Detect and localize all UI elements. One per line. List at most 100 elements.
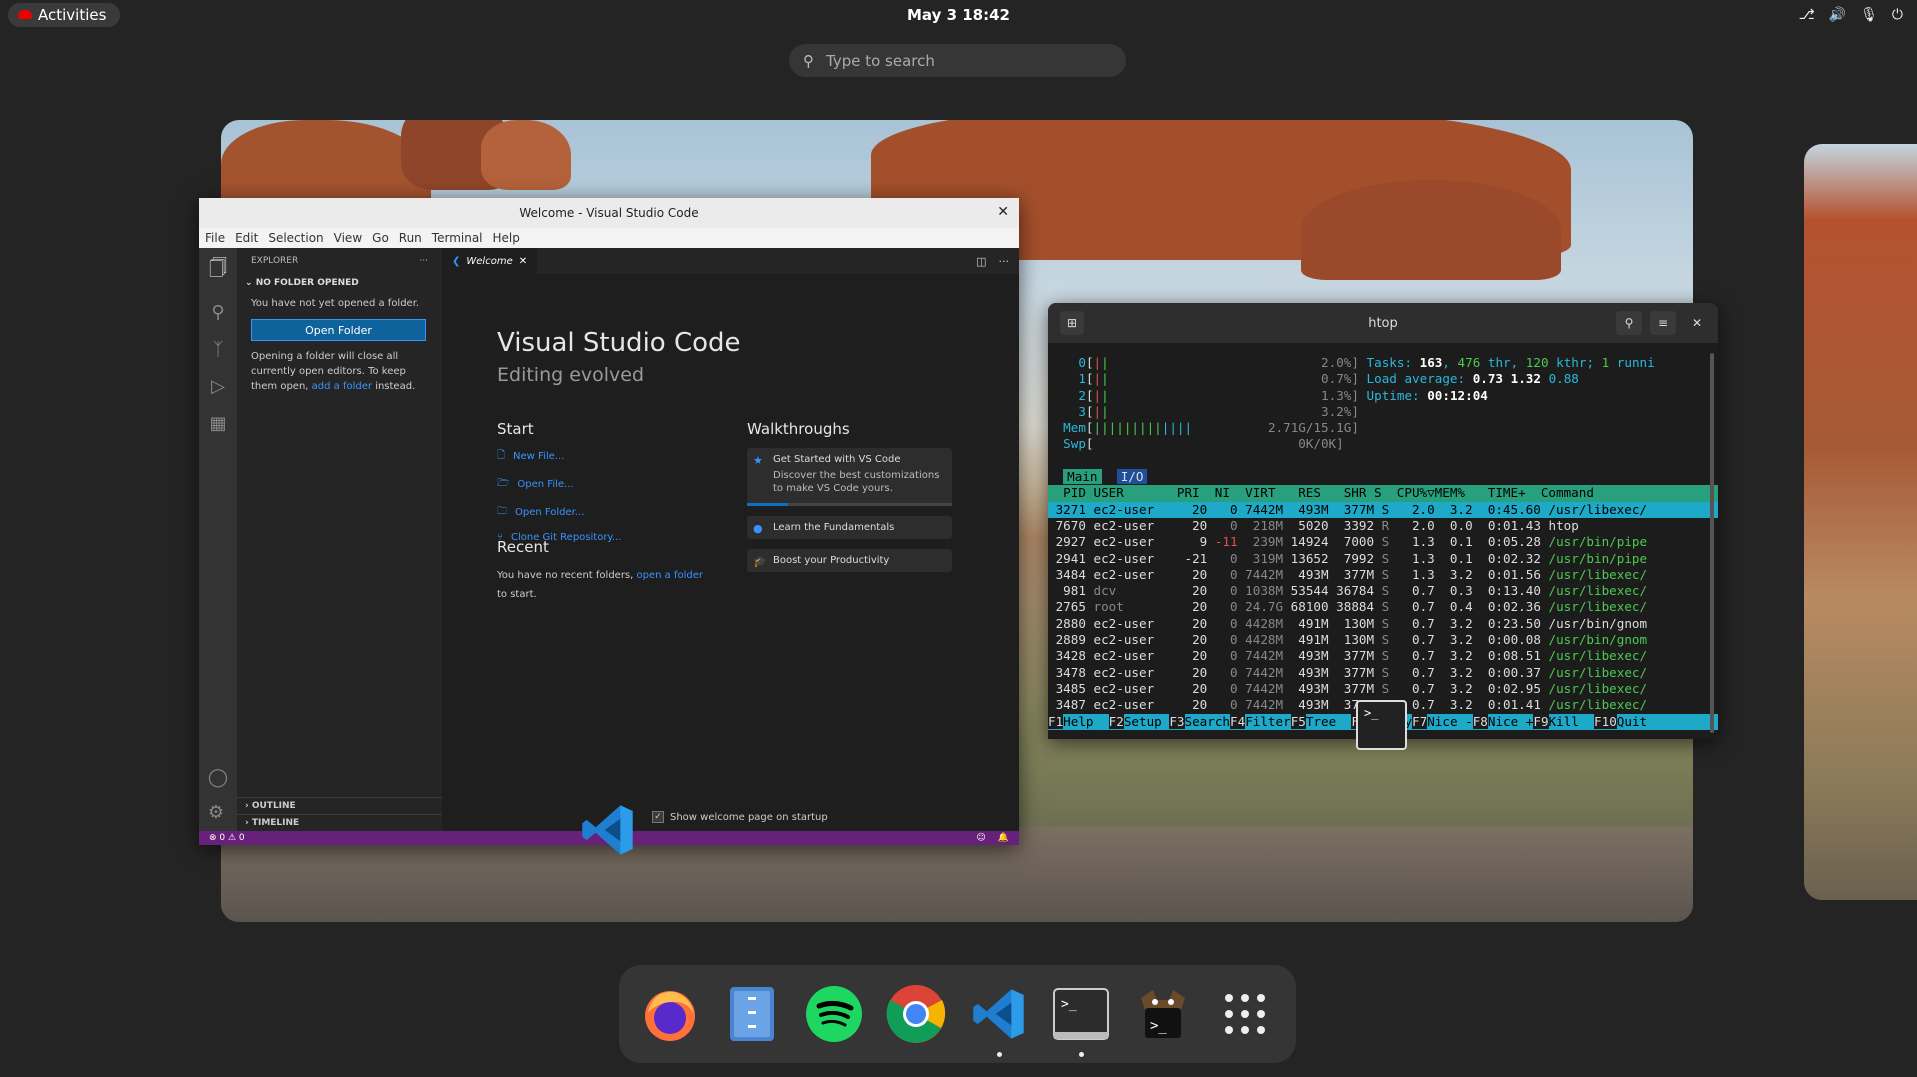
htop-window-title: htop [1368,315,1398,331]
table-row: 2889 ec2-user 20 0 4428M 491M 130M S 0.7… [1048,632,1648,648]
vscode-icon: ❮ [452,255,461,267]
cpu-meter-2: 2[|| 1.3%] Uptime: 00:12:04 [1078,387,1488,403]
running-indicator [996,1052,1002,1057]
vscode-app-icon[interactable] [580,800,636,860]
menu-help[interactable]: Help [493,231,520,245]
swap-meter: Swp[ 0K/0K] [1063,436,1344,452]
show-welcome-checkbox[interactable]: ✓ Show welcome page on startup [652,811,828,823]
devtool-icon[interactable]: >_ [1133,984,1193,1044]
tab-welcome-label: Welcome [466,255,513,267]
source-control-icon[interactable]: ᛉ [213,339,224,360]
htop-terminal[interactable]: 0[|| 2.0%] Tasks: 163, 476 thr, 120 kthr… [1048,343,1718,730]
bell-icon[interactable]: 🔔 [998,833,1009,843]
cpu-meter-0: 0[|| 2.0%] Tasks: 163, 476 thr, 120 kthr… [1078,355,1655,370]
network-icon[interactable]: ⎇ [1799,7,1815,23]
close-icon[interactable]: ✕ [997,204,1009,220]
vscode-icon[interactable] [969,984,1029,1057]
terminal-app-icon[interactable]: >_ [1356,700,1407,750]
search-input[interactable] [826,51,1076,70]
power-icon[interactable]: ⏻ [1892,7,1903,23]
no-folder-section[interactable]: ⌄ NO FOLDER OPENED [237,274,442,292]
chrome-icon[interactable] [886,984,946,1044]
new-tab-icon[interactable]: ⊞ [1060,311,1084,335]
star-icon: ★ [753,454,763,467]
table-row: 3271 ec2-user 20 0 7442M 493M 377M S 2.0… [1048,501,1718,518]
vscode-menubar: File Edit Selection View Go Run Terminal… [199,228,1019,248]
menu-edit[interactable]: Edit [235,231,258,245]
redhat-logo-icon [18,10,32,19]
gear-icon[interactable]: ⚙ [208,802,228,823]
account-icon[interactable]: ◯ [208,767,228,788]
walkthroughs-section: Walkthroughs ★ Get Started with VS Code … [747,420,952,582]
microphone-icon[interactable]: 🎙 [1860,7,1878,23]
system-tray[interactable]: ⎇ 🔊 🎙 ⏻ [1799,7,1909,23]
timeline-section[interactable]: › TIMELINE [237,814,442,831]
checkbox-checked-icon[interactable]: ✓ [652,811,664,823]
table-row: 3478 ec2-user 20 0 7442M 493M 377M S 0.7… [1048,664,1648,680]
menu-run[interactable]: Run [399,231,422,245]
more-actions-icon[interactable]: ··· [419,256,428,266]
htop-titlebar[interactable]: ⊞ htop ⚲ ≡ ✕ [1048,303,1718,343]
run-debug-icon[interactable]: ▷ [211,376,225,397]
open-folder-recent-link[interactable]: open a folder [637,570,703,581]
scrollbar[interactable] [1710,353,1714,733]
cpu-meter-3: 3[|| 3.2%] [1078,403,1359,419]
problems-indicator[interactable]: ⊗ 0 ⚠ 0 [209,833,245,843]
files-icon[interactable] [722,984,782,1044]
menu-terminal[interactable]: Terminal [432,231,483,245]
next-workspace-thumbnail[interactable] [1804,144,1917,900]
new-file-link[interactable]: 🗋 New File... [497,448,621,465]
folder-icon: 🗀 [497,506,507,517]
walkthrough-productivity[interactable]: 🎓 Boost your Productivity [747,549,952,572]
dock: >_ >_ [619,965,1296,1063]
add-folder-link[interactable]: add a folder [312,381,372,392]
menu-view[interactable]: View [334,231,362,245]
terminal-icon[interactable]: >_ [1051,984,1111,1057]
menu-file[interactable]: File [205,231,225,245]
welcome-subtitle: Editing evolved [497,364,645,386]
more-actions-icon[interactable]: ··· [999,255,1010,268]
walkthrough-fundamentals[interactable]: ● Learn the Fundamentals [747,516,952,539]
close-icon[interactable]: ✕ [519,256,527,267]
cpu-meter-1: 1[|| 0.7%] Load average: 0.73 1.32 0.88 [1078,371,1579,387]
clock[interactable]: May 3 18:42 [907,6,1010,24]
search-icon: ⚲ [803,51,814,70]
feedback-icon[interactable]: ☺ [976,833,985,843]
table-row: 2927 ec2-user 9 -11 239M 14924 7000 S 1.… [1048,534,1648,550]
htop-columns: PID USER PRI NI VIRT RES SHR S CPU%▽MEM%… [1048,485,1718,502]
vscode-titlebar[interactable]: Welcome - Visual Studio Code ✕ [199,198,1019,228]
walkthrough-progress [747,503,952,506]
explorer-title: EXPLORER [251,256,299,266]
vscode-window[interactable]: Welcome - Visual Studio Code ✕ File Edit… [199,198,1019,845]
overview-search[interactable]: ⚲ [789,44,1126,77]
explorer-icon[interactable]: 🗍 [209,256,227,286]
extensions-icon[interactable]: ▦ [209,413,226,434]
outline-section[interactable]: › OUTLINE [237,797,442,814]
close-icon[interactable]: ✕ [1684,311,1710,335]
firefox-icon[interactable] [640,984,700,1044]
menu-selection[interactable]: Selection [268,231,323,245]
running-indicator [1078,1052,1084,1057]
app-grid-icon[interactable] [1215,984,1275,1044]
hamburger-menu-icon[interactable]: ≡ [1650,311,1676,335]
activities-button[interactable]: Activities [8,2,121,27]
table-row: 3484 ec2-user 20 0 7442M 493M 377M S 1.3… [1048,566,1648,582]
menu-go[interactable]: Go [372,231,389,245]
search-icon[interactable]: ⚲ [1616,311,1642,335]
walkthrough-get-started[interactable]: ★ Get Started with VS Code Discover the … [747,448,952,506]
open-file-icon: 🗁 [497,478,510,489]
svg-text:>_: >_ [1150,1018,1167,1034]
open-file-link[interactable]: 🗁 Open File... [497,476,621,493]
spotify-icon[interactable] [804,984,864,1044]
search-icon[interactable]: ⚲ [211,302,224,323]
htop-window[interactable]: ⊞ htop ⚲ ≡ ✕ 0[|| 2.0%] Tasks: 163, 476 … [1048,303,1718,739]
open-folder-button[interactable]: Open Folder [251,319,426,341]
split-editor-icon[interactable]: ◫ [976,255,986,268]
walkthrough-desc: Discover the best customizations to make… [773,470,940,494]
volume-icon[interactable]: 🔊 [1829,7,1846,23]
tab-welcome[interactable]: ❮ Welcome ✕ [442,248,538,274]
open-folder-link[interactable]: 🗀 Open Folder... [497,504,621,521]
tab-io: I/O [1116,469,1148,485]
welcome-title: Visual Studio Code [497,328,741,358]
